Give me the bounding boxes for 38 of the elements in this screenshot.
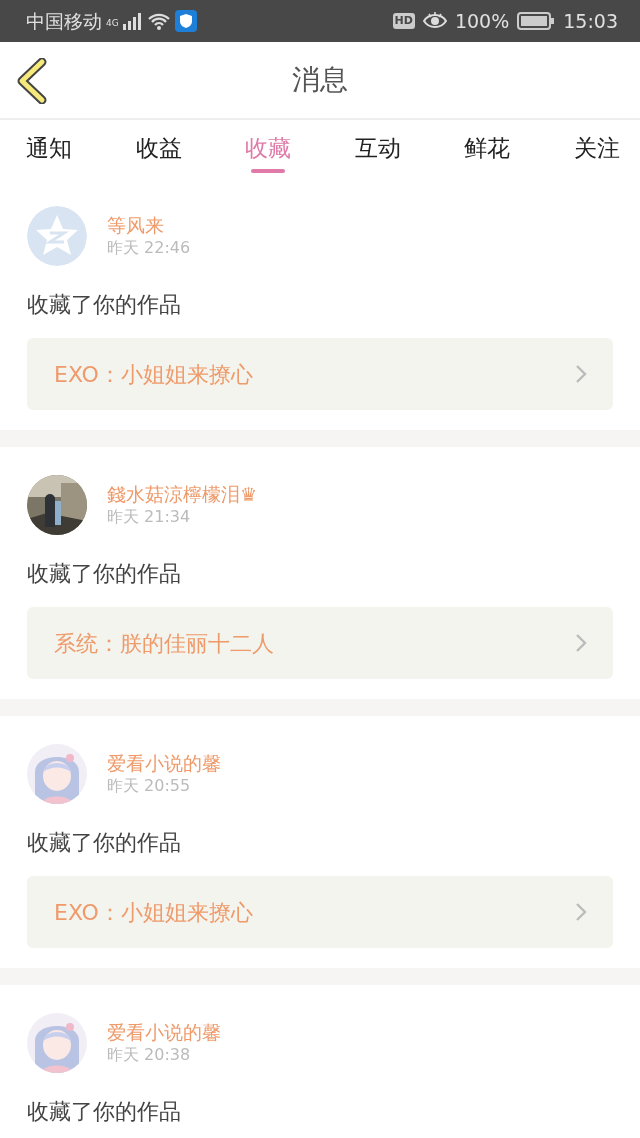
message-time: 昨天 22:46 [107, 237, 191, 259]
back-button[interactable] [16, 58, 48, 104]
work-link[interactable]: EXO：小姐姐来撩心 [27, 876, 613, 948]
back-icon [16, 58, 48, 104]
carrier-name: 中国移动 [26, 8, 102, 34]
avatar-icon [27, 206, 87, 266]
tab[interactable]: 收益 [123, 122, 194, 176]
user-name[interactable]: 爱看小说的馨 [107, 1020, 221, 1044]
work-link[interactable]: EXO：小姐姐来撩心 [27, 338, 613, 410]
tab[interactable]: 鲜花 [452, 122, 523, 176]
eye-icon [422, 12, 447, 30]
wifi-icon [146, 12, 171, 30]
message-text: 收藏了你的作品 [27, 829, 182, 857]
battery-icon [517, 12, 556, 30]
chevron-right-icon [575, 902, 587, 922]
tab[interactable]: 收藏 [233, 122, 304, 176]
chevron-right-icon [575, 633, 587, 653]
user-name[interactable]: 錢水菇涼檸檬泪♛ [107, 482, 258, 506]
user-name[interactable]: 等风来 [107, 213, 191, 237]
message-time: 昨天 20:38 [107, 1044, 192, 1066]
clock-time: 15:03 [563, 8, 618, 34]
shield-icon [174, 10, 197, 32]
tab[interactable]: 关注 [561, 122, 632, 176]
page-title: 消息 [292, 62, 348, 98]
message-time: 昨天 21:34 [107, 506, 192, 528]
user-name[interactable]: 爱看小说的馨 [107, 751, 221, 775]
chevron-right-icon [575, 364, 587, 384]
network-type: 4G [106, 16, 119, 30]
tab[interactable]: 通知 [14, 122, 84, 176]
tab[interactable]: 互动 [342, 122, 413, 176]
signal-icon [122, 12, 143, 30]
message-text: 收藏了你的作品 [27, 560, 182, 588]
message-text: 收藏了你的作品 [27, 291, 182, 319]
work-link[interactable]: 系统：朕的佳丽十二人 [27, 607, 613, 679]
message-text: 收藏了你的作品 [27, 1098, 182, 1126]
hd-badge: HD [392, 13, 415, 29]
battery-percent: 100% [454, 8, 510, 34]
message-time: 昨天 20:55 [107, 775, 192, 797]
